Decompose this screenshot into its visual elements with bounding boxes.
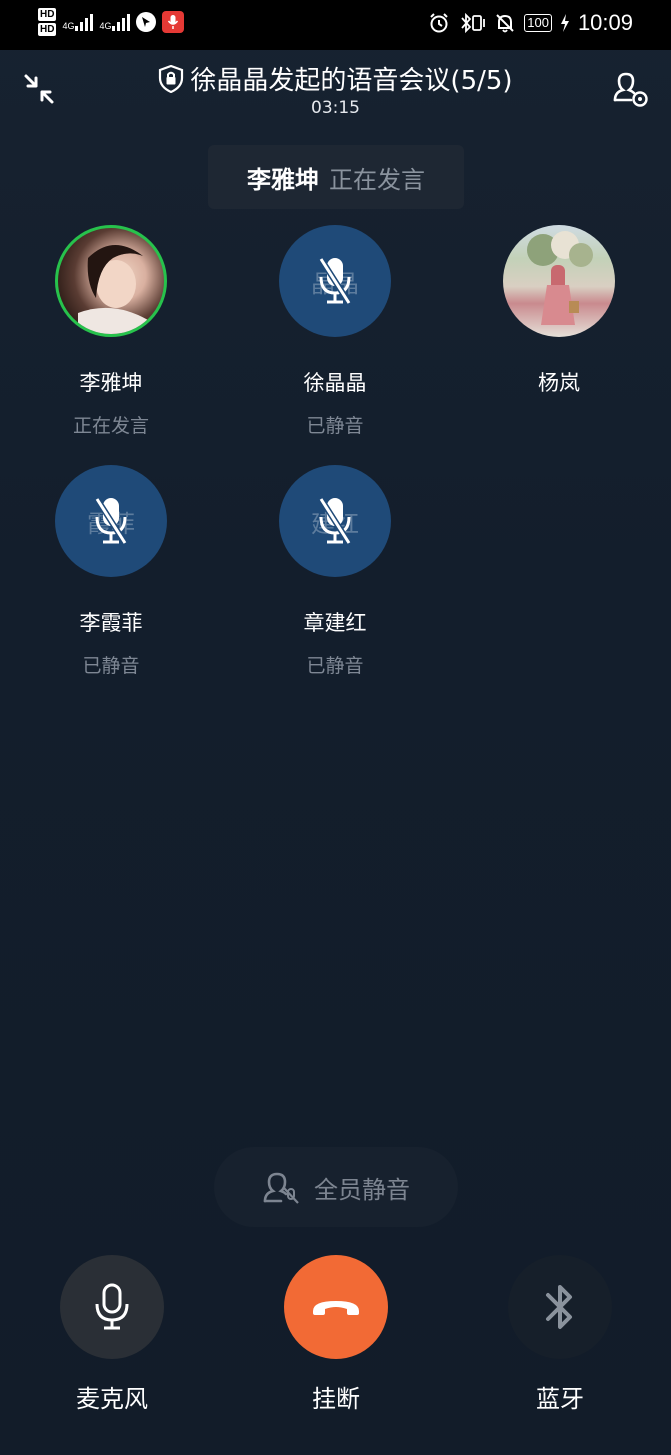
bluetooth-icon — [546, 1285, 572, 1329]
participant-status: 已静音 — [82, 655, 140, 677]
signal-2: 4G — [99, 13, 131, 31]
current-speaker-banner: 李雅坤 正在发言 — [208, 145, 464, 209]
add-member-icon — [613, 72, 648, 107]
avatar — [55, 225, 167, 337]
clock: 10:09 — [577, 10, 633, 35]
participant-status: 正在发言 — [72, 415, 149, 437]
bluetooth-vibrate-icon — [461, 12, 486, 34]
conference-title: 徐晶晶发起的语音会议(5/5) — [0, 60, 671, 100]
hd-badge-2: HD — [38, 23, 57, 36]
phone-hangup-icon — [313, 1301, 359, 1315]
status-bar-left: HD HD 4G 4G — [38, 8, 185, 36]
avatar: 霞菲 — [55, 465, 167, 577]
hangup-control[interactable]: 挂断 — [246, 1255, 426, 1414]
bluetooth-control[interactable]: 蓝牙 — [470, 1255, 650, 1414]
call-duration: 03:15 — [311, 98, 360, 118]
mic-off-icon — [318, 257, 352, 305]
current-speaker-name: 李雅坤 — [247, 165, 319, 194]
status-bar-right: 100 10:09 — [428, 10, 633, 36]
mute-all-icon — [263, 1172, 299, 1204]
participant-name: 李霞菲 — [79, 611, 143, 635]
mute-all-label: 全员静音 — [314, 1175, 410, 1204]
battery-indicator: 100 — [524, 14, 552, 32]
participant-status: 已静音 — [306, 415, 364, 437]
hangup-button[interactable] — [284, 1255, 388, 1359]
network-type-1: 4G — [62, 21, 75, 31]
add-member-button[interactable] — [611, 70, 649, 108]
current-speaker-status: 正在发言 — [329, 165, 425, 194]
recording-mic-icon — [162, 11, 185, 33]
network-type-2: 4G — [99, 21, 112, 31]
mic-off-icon — [318, 497, 352, 545]
avatar — [503, 225, 615, 337]
app-notification-icon — [136, 12, 157, 32]
participant-name: 李雅坤 — [79, 371, 143, 395]
alarm-icon — [430, 13, 448, 33]
signal-bars-1-icon — [75, 13, 94, 31]
mute-all-button[interactable]: 全员静音 — [214, 1147, 458, 1227]
participant-li-yakun[interactable]: 李雅坤 正在发言 — [16, 225, 206, 438]
participant-status: 已静音 — [306, 655, 364, 677]
microphone-control[interactable]: 麦克风 — [22, 1255, 202, 1414]
participant-yang-lan[interactable]: 杨岚 — [464, 225, 654, 411]
mic-off-icon — [94, 497, 128, 545]
lock-shield-icon — [158, 64, 184, 100]
hd-indicators: HD HD — [38, 8, 57, 36]
hangup-label: 挂断 — [312, 1385, 360, 1413]
participant-zhang-jianhong[interactable]: 建红 章建红 已静音 — [240, 465, 430, 678]
conference-title-text: 徐晶晶发起的语音会议(5/5) — [190, 66, 513, 96]
participant-li-xiafei[interactable]: 霞菲 李霞菲 已静音 — [16, 465, 206, 678]
status-bar: HD HD 4G 4G 100 10:09 — [0, 0, 671, 50]
avatar: 晶晶 — [279, 225, 391, 337]
voice-conference-screen: HD HD 4G 4G 100 10:09 徐晶晶发起的语音会议(5/5) 03… — [0, 0, 671, 1455]
signal-1: 4G — [62, 13, 94, 31]
participant-name: 章建红 — [303, 611, 367, 635]
participant-xu-jingjing[interactable]: 晶晶 徐晶晶 已静音 — [240, 225, 430, 438]
microphone-button[interactable] — [60, 1255, 164, 1359]
signal-bars-2-icon — [112, 13, 131, 31]
charging-icon — [560, 14, 569, 32]
participant-name: 杨岚 — [538, 371, 580, 395]
participant-name: 徐晶晶 — [303, 371, 367, 395]
notifications-off-icon — [496, 14, 514, 33]
hd-badge-1: HD — [38, 8, 57, 21]
avatar: 建红 — [279, 465, 391, 577]
mic-icon — [95, 1283, 129, 1330]
microphone-label: 麦克风 — [76, 1385, 148, 1413]
bluetooth-button[interactable] — [508, 1255, 612, 1359]
bluetooth-label: 蓝牙 — [536, 1385, 584, 1413]
